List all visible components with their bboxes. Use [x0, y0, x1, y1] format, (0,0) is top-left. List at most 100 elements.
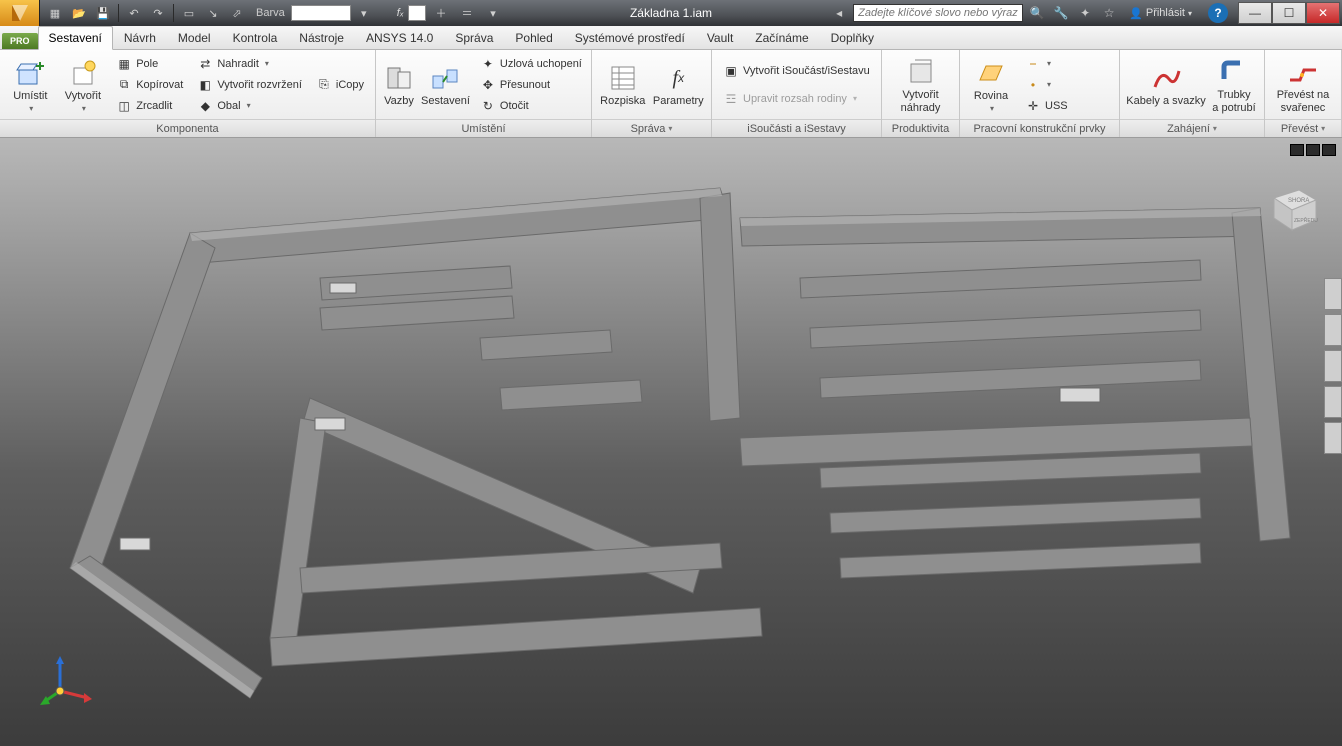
favorite-icon[interactable]: ☆ — [1099, 3, 1119, 23]
qat-open-icon[interactable]: 📂 — [68, 3, 90, 23]
umistit-button[interactable]: Umístit ▾ — [6, 54, 55, 116]
maximize-button[interactable]: ☐ — [1272, 2, 1306, 24]
cable-icon — [1150, 62, 1182, 94]
icopy-button[interactable]: ⎘iCopy — [311, 75, 369, 95]
nahradit-button[interactable]: ⇄Nahradit▾ — [192, 54, 307, 74]
weldment-icon — [1287, 56, 1319, 88]
pattern-icon: ▦ — [116, 56, 132, 72]
user-icon: 👤 — [1129, 7, 1143, 20]
color-swatch[interactable] — [291, 5, 351, 21]
tab-model[interactable]: Model — [167, 26, 222, 49]
axis-button[interactable]: ⎯▾ — [1020, 54, 1073, 74]
color-label: Barva — [256, 7, 285, 19]
snap-icon: ✦ — [480, 56, 496, 72]
table-edit-icon: ☲ — [723, 91, 739, 107]
point-icon: • — [1025, 77, 1041, 93]
vytvorit-nahrady-button[interactable]: Vytvořit náhrady — [894, 54, 948, 116]
trubky-button[interactable]: Trubky a potrubí — [1210, 54, 1258, 116]
vytvorit-nahrady-l2: náhrady — [901, 103, 941, 114]
presunout-button[interactable]: ✥Přesunout — [475, 75, 587, 95]
vytvorit-rozvrzeni-button[interactable]: ◧ Vytvořit rozvržení — [192, 75, 307, 95]
qat-cursor-icon[interactable]: ⬀ — [226, 3, 248, 23]
quick-access-toolbar: ▦ 📂 💾 ↶ ↷ ▭ ↘ ⬀ Barva ▾ fₓ ＋ ＝ ▾ — [40, 3, 508, 23]
minimize-button[interactable]: — — [1238, 2, 1272, 24]
fx-plus-icon[interactable]: ＋ — [430, 3, 452, 23]
tab-navrh[interactable]: Návrh — [113, 26, 167, 49]
uzlova-button[interactable]: ✦Uzlová uchopení — [475, 54, 587, 74]
viewport-3d[interactable]: SHORA ZEPŘEDU — [0, 138, 1342, 746]
close-button[interactable]: ✕ — [1306, 2, 1340, 24]
vytvorit-button[interactable]: Vytvořit ▾ — [59, 54, 108, 116]
search-input[interactable] — [853, 4, 1023, 22]
shrinkwrap-icon: ◆ — [197, 98, 213, 114]
ribbon-tabstrip: PRO Sestavení Návrh Model Kontrola Nástr… — [0, 26, 1342, 50]
place-icon — [14, 57, 46, 89]
point-button[interactable]: •▾ — [1020, 75, 1073, 95]
vp-close-button[interactable] — [1322, 144, 1336, 156]
qat-new-icon[interactable]: ▦ — [44, 3, 66, 23]
vytvorit-rozvrzeni-label: Vytvořit rozvržení — [217, 79, 302, 91]
tab-systemove[interactable]: Systémové prostředí — [564, 26, 696, 49]
sestaveni-button[interactable]: Sestavení — [420, 54, 471, 116]
app-menu-button[interactable] — [0, 0, 40, 26]
presunout-label: Přesunout — [500, 79, 550, 91]
layout-icon: ◧ — [197, 77, 213, 93]
tab-zaciname[interactable]: Začínáme — [744, 26, 819, 49]
color-dropdown-icon[interactable]: ▾ — [353, 3, 375, 23]
prevest-l2: svařenec — [1281, 103, 1326, 114]
otocit-button[interactable]: ↻Otočit — [475, 96, 587, 116]
parametry-button[interactable]: fx Parametry — [652, 54, 705, 116]
plane-icon — [975, 57, 1007, 89]
kopirovat-button[interactable]: ⧉Kopírovat — [111, 75, 188, 95]
qat-redo-icon[interactable]: ↷ — [147, 3, 169, 23]
qat-more-icon[interactable]: ▾ — [482, 3, 504, 23]
signin-button[interactable]: 👤 Přihlásit ▾ — [1123, 7, 1198, 20]
panel-produktivita: Vytvořit náhrady Produktivita — [882, 50, 960, 137]
tab-kontrola[interactable]: Kontrola — [222, 26, 289, 49]
tab-doplnky[interactable]: Doplňky — [820, 26, 885, 49]
panel-umisteni: Vazby Sestavení ✦Uzlová uchopení ✥Přesun… — [376, 50, 592, 137]
pro-badge[interactable]: PRO — [2, 33, 38, 49]
vp-minimize-button[interactable] — [1290, 144, 1304, 156]
prevest-button[interactable]: Převést na svařenec — [1271, 54, 1335, 116]
trubky-l1: Trubky — [1217, 90, 1250, 101]
rozpiska-label: Rozpiska — [600, 96, 645, 107]
kabely-button[interactable]: Kabely a svazky — [1126, 54, 1206, 116]
tab-nastroje[interactable]: Nástroje — [288, 26, 355, 49]
fx-equals-icon[interactable]: ＝ — [456, 3, 478, 23]
tab-vault[interactable]: Vault — [696, 26, 744, 49]
qat-select-icon[interactable]: ▭ — [178, 3, 200, 23]
vytvorit-isoucast-button[interactable]: ▣Vytvořit iSoučást/iSestavu — [718, 61, 875, 81]
panel-prevest-title: Převést — [1281, 123, 1318, 135]
qat-undo-icon[interactable]: ↶ — [123, 3, 145, 23]
zrcadlit-button[interactable]: ◫Zrcadlit — [111, 96, 188, 116]
tab-sestaveni[interactable]: Sestavení — [38, 26, 113, 50]
search-star-icon[interactable]: ✦ — [1075, 3, 1095, 23]
nav-pan-button[interactable] — [1324, 314, 1342, 346]
qat-save-icon[interactable]: 💾 — [92, 3, 114, 23]
obal-button[interactable]: ◆Obal▾ — [192, 96, 307, 116]
tab-pohled[interactable]: Pohled — [504, 26, 563, 49]
bom-icon — [607, 62, 639, 94]
vazby-button[interactable]: Vazby — [382, 54, 416, 116]
qat-arrow-icon[interactable]: ↘ — [202, 3, 224, 23]
nav-look-button[interactable] — [1324, 422, 1342, 454]
viewcube[interactable]: SHORA ZEPŘEDU — [1264, 178, 1324, 238]
search-binoculars-icon[interactable]: 🔍 — [1027, 3, 1047, 23]
nav-orbit-button[interactable] — [1324, 386, 1342, 418]
search-prev-icon[interactable]: ◂ — [829, 3, 849, 23]
pole-button[interactable]: ▦Pole — [111, 54, 188, 74]
vp-restore-button[interactable] — [1306, 144, 1320, 156]
tab-sprava[interactable]: Správa — [444, 26, 504, 49]
tab-ansys[interactable]: ANSYS 14.0 — [355, 26, 444, 49]
uss-button[interactable]: ✛USS — [1020, 96, 1073, 116]
nav-wheel-button[interactable] — [1324, 278, 1342, 310]
nav-zoom-button[interactable] — [1324, 350, 1342, 382]
rovina-button[interactable]: Rovina ▾ — [966, 54, 1016, 116]
upravit-rodinu-button[interactable]: ☲Upravit rozsah rodiny▾ — [718, 89, 875, 109]
rozpiska-button[interactable]: Rozpiska — [598, 54, 648, 116]
fx-field[interactable] — [408, 5, 426, 21]
help-icon[interactable]: ? — [1208, 3, 1228, 23]
search-key-icon[interactable]: 🔧 — [1051, 3, 1071, 23]
panel-zahajeni: Kabely a svazky Trubky a potrubí Zahájen… — [1120, 50, 1265, 137]
